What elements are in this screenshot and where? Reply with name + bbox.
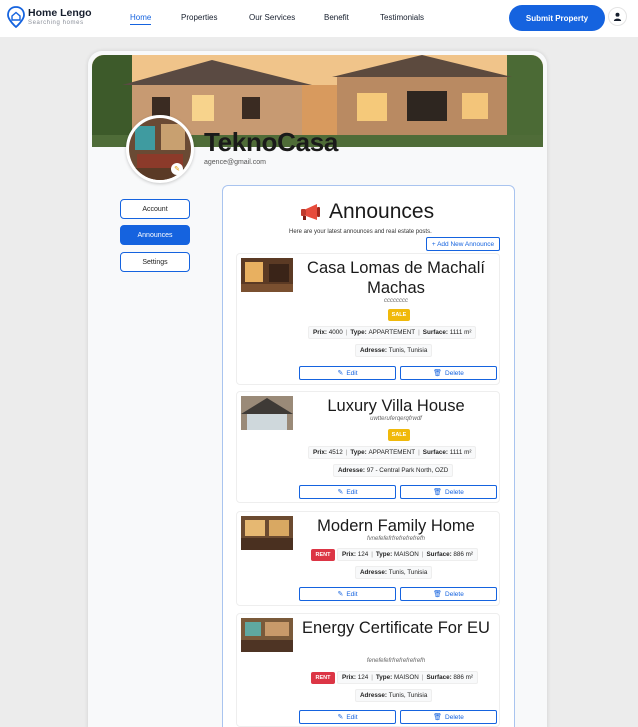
sidebar-item-announces[interactable]: Announces — [120, 225, 190, 245]
listing-address: Adresse: Tunis, Tunisia — [355, 689, 433, 702]
add-new-announce-button[interactable]: + Add New Announce — [426, 237, 500, 251]
nav-properties[interactable]: Properties — [181, 13, 217, 22]
listing-details: Prix: 4512 | Type: APPARTEMENT | Surface: … — [308, 446, 477, 459]
listing-title: Modern Family Home — [317, 517, 475, 535]
user-menu-button[interactable] — [608, 7, 627, 26]
listing-description: uwtteruferqerqfrwdf — [370, 416, 422, 422]
listing-details: Prix: 124 | Type: MAISON | Surface: 886 m² — [337, 548, 479, 561]
edit-button[interactable]: ✎ Edit — [299, 710, 396, 724]
listing-thumbnail[interactable] — [241, 516, 293, 550]
sidebar-item-account[interactable]: Account — [120, 199, 190, 219]
user-icon — [613, 12, 622, 21]
listing-card: Energy Certificate For EU fenefefefrfref… — [236, 613, 500, 727]
listing-description: cccccccc — [384, 298, 408, 304]
listing-card: Luxury Villa House uwtteruferqerqfrwdf S… — [236, 391, 500, 503]
navbar: Home Lengo Searching homes Home Properti… — [0, 0, 638, 37]
nav-our-services[interactable]: Our Services — [249, 13, 295, 22]
listing-card: Casa Lomas de Machalí Machas cccccccc SA… — [236, 253, 500, 385]
listing-address: Adresse: 97 - Central Park North, OZD — [333, 464, 454, 477]
brand-name: Home Lengo — [28, 7, 92, 20]
delete-button[interactable]: 🗑 Delete — [400, 587, 497, 601]
announces-subtitle: Here are your latest announces and real … — [289, 229, 432, 235]
brand-logo[interactable]: Home Lengo Searching homes — [7, 6, 92, 28]
listing-details: Prix: 4000 | Type: APPARTEMENT | Surface: … — [308, 326, 477, 339]
trash-icon: 🗑 — [433, 714, 443, 721]
edit-avatar-icon[interactable]: ✎ — [171, 163, 183, 175]
agency-avatar[interactable] — [126, 115, 194, 183]
agency-email: agence@gmail.com — [204, 159, 266, 166]
listing-details: Prix: 124 | Type: MAISON | Surface: 886 m² — [337, 671, 479, 684]
announces-heading: Announces — [300, 200, 434, 224]
edit-button[interactable]: ✎ Edit — [299, 485, 396, 499]
nav-home[interactable]: Home — [130, 13, 152, 25]
listing-card: Modern Family Home fvnefefefrfrefrefrefr… — [236, 511, 500, 606]
delete-button[interactable]: 🗑 Delete — [400, 366, 497, 380]
listing-thumbnail[interactable] — [241, 396, 293, 430]
listing-title: Casa Lomas de Machalí Machas — [307, 259, 485, 297]
trash-icon: 🗑 — [433, 489, 443, 496]
edit-button[interactable]: ✎ Edit — [299, 587, 396, 601]
trash-icon: 🗑 — [433, 370, 443, 377]
delete-button[interactable]: 🗑 Delete — [400, 485, 497, 499]
listing-description: fvnefefefrfrefrefrefrefh — [366, 536, 426, 542]
status-badge: SALE — [388, 429, 410, 441]
megaphone-icon — [301, 204, 320, 220]
pencil-icon: ✎ — [337, 591, 344, 598]
delete-button[interactable]: 🗑 Delete — [400, 710, 497, 724]
announces-title: Announces — [329, 200, 435, 223]
pencil-icon: ✎ — [337, 489, 344, 496]
trash-icon: 🗑 — [433, 591, 443, 598]
submit-property-button[interactable]: Submit Property — [509, 5, 605, 31]
brand-tagline: Searching homes — [28, 19, 84, 26]
listing-title: Energy Certificate For EU — [302, 619, 490, 637]
listing-description: fenefefefrfrefrefrefrefh — [366, 658, 426, 664]
agency-name: TeknoCasa — [204, 127, 339, 157]
status-badge: SALE — [388, 309, 410, 321]
sidebar-item-settings[interactable]: Settings — [120, 252, 190, 272]
listing-thumbnail[interactable] — [241, 618, 293, 652]
status-badge: RENT — [311, 549, 335, 561]
status-badge: RENT — [311, 672, 335, 684]
edit-button[interactable]: ✎ Edit — [299, 366, 396, 380]
listing-title: Luxury Villa House — [327, 397, 465, 415]
pencil-icon: ✎ — [337, 370, 344, 377]
nav-benefit[interactable]: Benefit — [324, 13, 349, 22]
home-pin-icon — [7, 6, 25, 28]
listing-thumbnail[interactable] — [241, 258, 293, 292]
pencil-icon: ✎ — [337, 714, 344, 721]
nav-testimonials[interactable]: Testimonials — [380, 13, 424, 22]
listing-address: Adresse: Tunis, Tunisia — [355, 344, 433, 357]
listing-address: Adresse: Tunis, Tunisia — [355, 566, 433, 579]
